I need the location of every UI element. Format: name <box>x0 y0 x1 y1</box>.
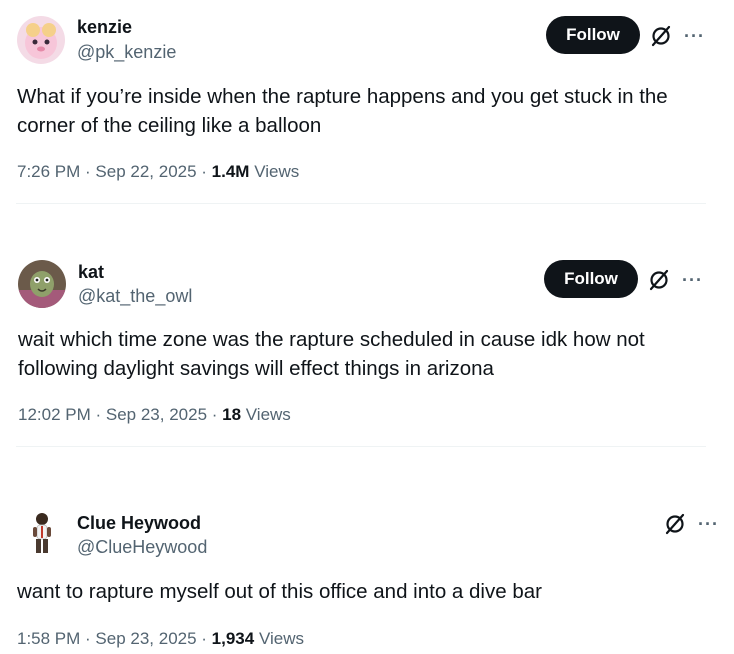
tweet-text-line: corner of the ceiling like a balloon <box>17 114 322 137</box>
tweet-text-line: wait which time zone was the rapture sch… <box>18 328 645 351</box>
tweet-text-line: following daylight savings will effect t… <box>18 357 494 380</box>
more-dots-icon[interactable]: ··· <box>682 271 703 289</box>
timestamp[interactable]: 12:02 PM · Sep 23, 2025 · <box>18 405 222 424</box>
views-count: 1.4M <box>211 162 250 181</box>
grok-slash-icon[interactable] <box>647 268 671 292</box>
tweet-text: wait which time zone was the rapture sch… <box>18 325 645 383</box>
views-count: 1,934 <box>211 629 255 648</box>
tweet-text: want to rapture myself out of this offic… <box>17 577 542 606</box>
views-label: Views <box>241 405 291 424</box>
tweet-meta: 1:58 PM · Sep 23, 2025 · 1,934 Views <box>17 629 304 649</box>
views-count: 18 <box>222 405 242 424</box>
grok-slash-icon[interactable] <box>649 24 673 48</box>
views-label: Views <box>249 162 300 181</box>
handle[interactable]: @ClueHeywood <box>77 537 207 558</box>
handle[interactable]: @pk_kenzie <box>77 42 176 63</box>
follow-button[interactable]: Follow <box>546 16 640 54</box>
more-dots-icon[interactable]: ··· <box>684 27 705 45</box>
grok-slash-icon[interactable] <box>663 512 687 536</box>
divider <box>16 446 706 447</box>
avatar[interactable] <box>18 260 66 308</box>
divider <box>16 203 706 204</box>
avatar[interactable] <box>17 510 65 558</box>
views-label: Views <box>254 629 304 648</box>
tweet-text: What if you’re inside when the rapture h… <box>17 82 668 140</box>
handle[interactable]: @kat_the_owl <box>78 286 192 307</box>
tweet-meta: 7:26 PM · Sep 22, 2025 · 1.4M Views <box>17 162 299 182</box>
display-name[interactable]: kenzie <box>77 17 132 38</box>
tweet-text-line: What if you’re inside when the rapture h… <box>17 85 668 108</box>
timestamp[interactable]: 1:58 PM · Sep 23, 2025 · <box>17 629 212 648</box>
tweet-meta: 12:02 PM · Sep 23, 2025 · 18 Views <box>18 405 291 425</box>
avatar[interactable] <box>17 16 65 64</box>
display-name[interactable]: kat <box>78 262 104 283</box>
timestamp[interactable]: 7:26 PM · Sep 22, 2025 · <box>17 162 212 181</box>
tweet-text-line: want to rapture myself out of this offic… <box>17 580 542 603</box>
display-name[interactable]: Clue Heywood <box>77 513 201 534</box>
follow-button[interactable]: Follow <box>544 260 638 298</box>
more-dots-icon[interactable]: ··· <box>698 515 719 533</box>
